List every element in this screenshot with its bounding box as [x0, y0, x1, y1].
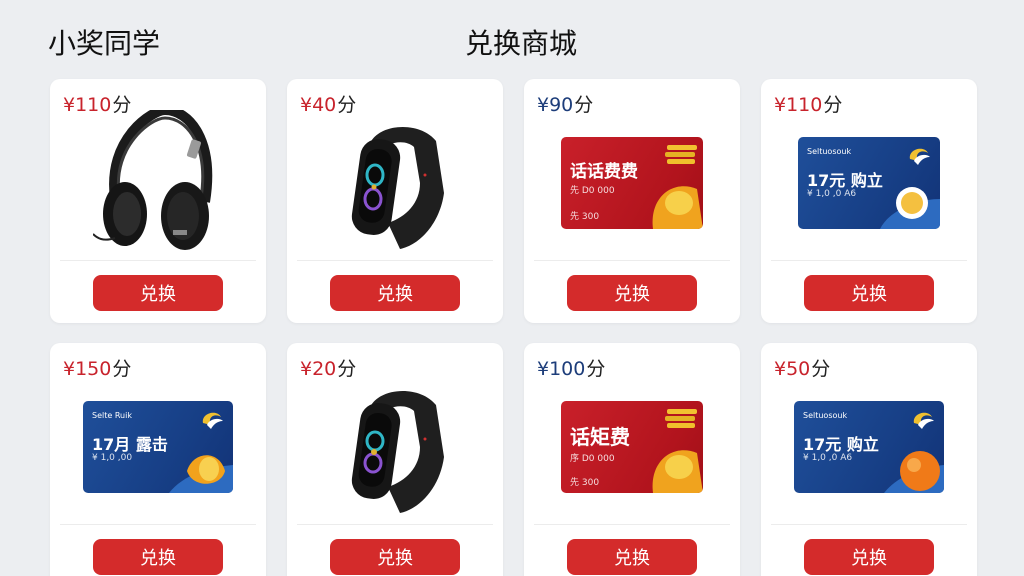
card-title: 话矩费	[570, 425, 630, 449]
card-line: 序 D0 000	[570, 454, 615, 464]
phone-card-image: 话话费费 先 D0 000 先 300	[524, 109, 740, 257]
product-card: ¥100 分 话矩费 序 D0 000 先 300 兑换	[524, 343, 740, 576]
card-line: 先 300	[570, 212, 600, 222]
card-line: ¥ 1,0 ,0 A6	[803, 453, 853, 463]
card-title: 17元 购立	[807, 171, 883, 190]
card-line: 先 300	[570, 478, 600, 488]
product-card: ¥150 分 Selte Ruik 17月 露击 ¥ 1,0 ,00 兑换	[50, 343, 266, 576]
brand-logo-icon	[202, 412, 223, 429]
voucher-card-image: Seltuosouk 17元 购立 ¥ 1,0 ,0 A6	[761, 373, 977, 521]
voucher-card-image: Seltuosouk 17元 购立 ¥ 1,0 ,0 A6	[761, 109, 977, 257]
divider	[60, 524, 256, 525]
product-card: ¥50 分 Seltuosouk 17元 购立 ¥ 1,0 ,0 A6 兑换	[761, 343, 977, 576]
gold-coin-icon	[652, 145, 703, 229]
card-brand: Seltuosouk	[807, 147, 852, 156]
product-card: ¥40 分 兑换	[287, 79, 503, 323]
product-grid: ¥110 分 兑换 ¥40 分 兑换 ¥90 分 话话费费 先 D0 000 先…	[50, 79, 977, 576]
red-phone-card: 话话费费 先 D0 000 先 300	[561, 137, 703, 229]
blue-voucher-card: Selte Ruik 17月 露击 ¥ 1,0 ,00	[83, 401, 233, 493]
card-brand: Selte Ruik	[92, 411, 132, 420]
divider	[771, 524, 967, 525]
fitness-band-image	[287, 373, 503, 521]
brand-logo-icon	[909, 148, 930, 165]
card-line: ¥ 1,0 ,00	[92, 453, 133, 463]
divider	[771, 260, 967, 261]
redeem-button[interactable]: 兑换	[804, 539, 934, 575]
card-brand: Seltuosouk	[803, 411, 848, 420]
page-title: 兑换商城	[465, 27, 578, 60]
red-phone-card: 话矩费 序 D0 000 先 300	[561, 401, 703, 493]
redeem-button[interactable]: 兑换	[804, 275, 934, 311]
product-card: ¥110 分 兑换	[50, 79, 266, 323]
voucher-card-image: Selte Ruik 17月 露击 ¥ 1,0 ,00	[50, 373, 266, 521]
blue-voucher-card: Seltuosouk 17元 购立 ¥ 1,0 ,0 A6	[798, 137, 940, 229]
product-card: ¥110 分 Seltuosouk 17元 购立 ¥ 1,0 ,0 A6 兑换	[761, 79, 977, 323]
blue-voucher-card: Seltuosouk 17元 购立 ¥ 1,0 ,0 A6	[794, 401, 944, 493]
fitness-band-image	[287, 109, 503, 257]
card-title: 17元 购立	[803, 435, 879, 454]
brand-logo-icon	[913, 412, 934, 429]
gold-coin-icon	[652, 409, 703, 493]
product-card: ¥20 分 兑换	[287, 343, 503, 576]
user-name: 小奖同学	[48, 27, 161, 60]
orange-orb-icon	[884, 451, 944, 493]
headphones-image	[50, 109, 266, 257]
redeem-button[interactable]: 兑换	[567, 539, 697, 575]
card-title: 话话费费	[570, 162, 638, 182]
decor-orb-icon	[169, 455, 233, 493]
product-card: ¥90 分 话话费费 先 D0 000 先 300 兑换	[524, 79, 740, 323]
redeem-button[interactable]: 兑换	[330, 275, 460, 311]
card-line: 先 D0 000	[570, 186, 615, 196]
divider	[534, 260, 730, 261]
redeem-button[interactable]: 兑换	[330, 539, 460, 575]
divider	[534, 524, 730, 525]
divider	[60, 260, 256, 261]
card-line: ¥ 1,0 ,0 A6	[807, 189, 857, 199]
redeem-button[interactable]: 兑换	[567, 275, 697, 311]
decor-orb-icon	[880, 187, 940, 229]
phone-card-image: 话矩费 序 D0 000 先 300	[524, 373, 740, 521]
divider	[297, 260, 493, 261]
redeem-button[interactable]: 兑换	[93, 539, 223, 575]
divider	[297, 524, 493, 525]
redeem-button[interactable]: 兑换	[93, 275, 223, 311]
card-title: 17月 露击	[92, 435, 168, 454]
